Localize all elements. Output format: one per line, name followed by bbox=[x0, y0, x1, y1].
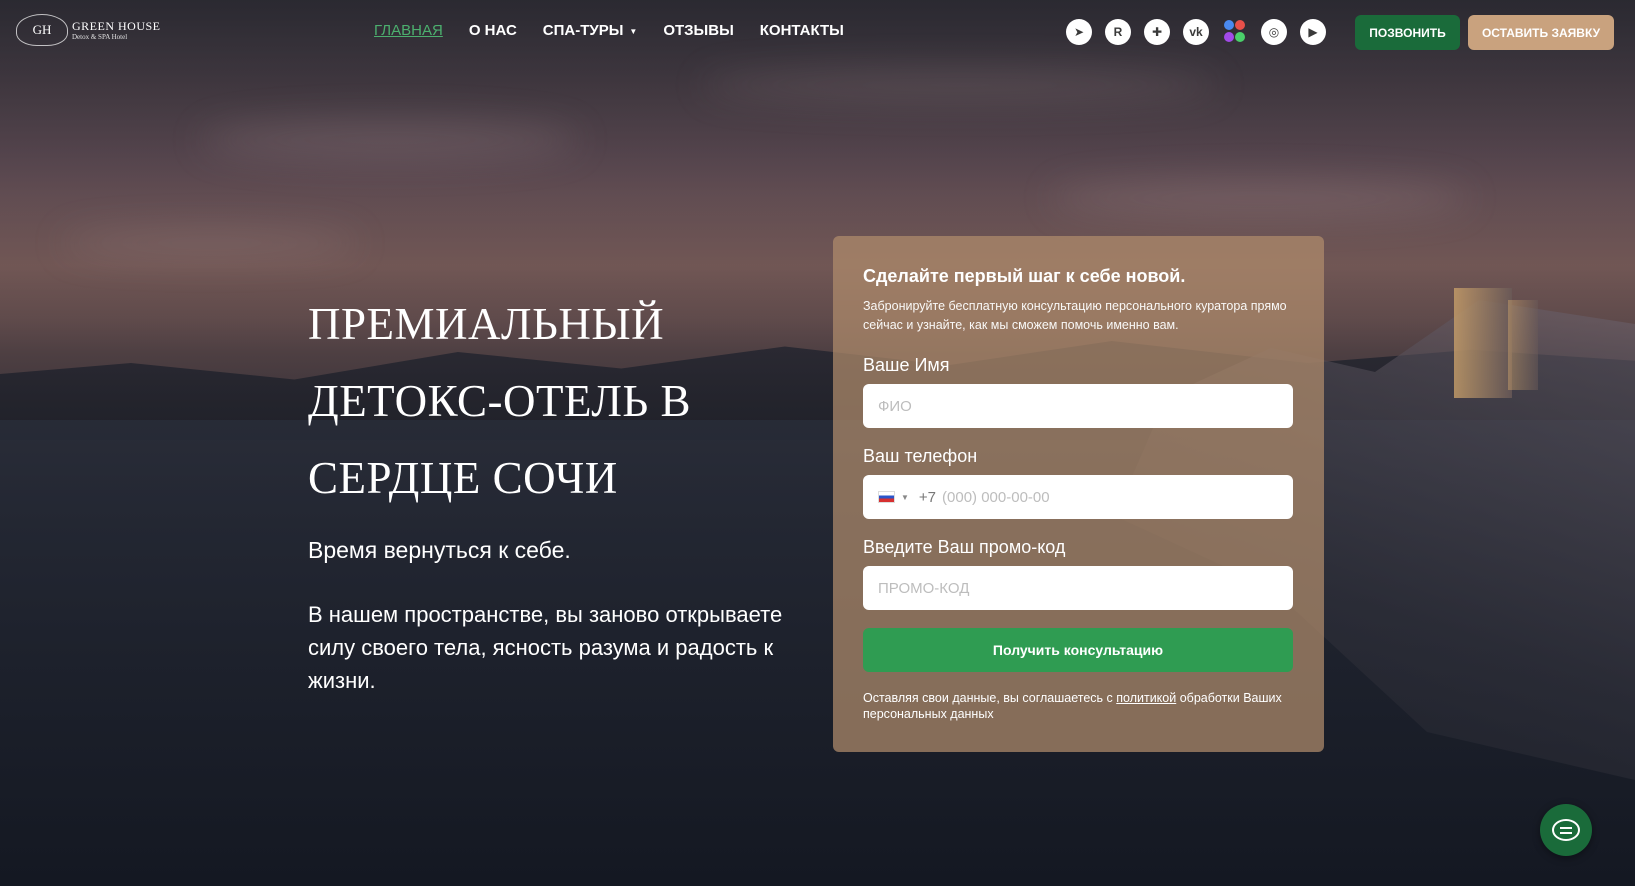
hero-title: ПРЕМИАЛЬНЫЙ ДЕТОКС-ОТЕЛЬ В СЕРДЦЕ СОЧИ bbox=[308, 286, 788, 517]
chevron-down-icon: ▼ bbox=[629, 26, 638, 36]
chat-icon bbox=[1552, 819, 1580, 841]
hero-title-line: ДЕТОКС-ОТЕЛЬ В bbox=[308, 376, 691, 426]
nav-item-home[interactable]: ГЛАВНАЯ bbox=[374, 22, 443, 39]
consent-text-before: Оставляя свои данные, вы соглашаетесь с bbox=[863, 691, 1117, 705]
main-nav: ГЛАВНАЯ О НАС СПА-ТУРЫ ▼ ОТЗЫВЫ КОНТАКТЫ bbox=[374, 22, 844, 39]
phone-prefix: +7 bbox=[918, 488, 937, 506]
chat-widget-button[interactable] bbox=[1540, 804, 1592, 856]
background-scene bbox=[0, 0, 1635, 886]
name-placeholder: ФИО bbox=[878, 397, 912, 415]
name-label: Ваше Имя bbox=[863, 355, 950, 375]
brand-subtitle: Detox & SPA Hotel bbox=[72, 32, 128, 41]
name-input[interactable]: ФИО bbox=[863, 384, 1293, 428]
hero-title-line: СЕРДЦЕ СОЧИ bbox=[308, 453, 618, 503]
nav-item-reviews[interactable]: ОТЗЫВЫ bbox=[663, 22, 733, 39]
plus-icon[interactable]: ✚ bbox=[1144, 19, 1170, 45]
hero-tagline: Время вернуться к себе. bbox=[308, 537, 571, 563]
consent-text: Оставляя свои данные, вы соглашаетесь с … bbox=[863, 690, 1294, 722]
vk-icon[interactable]: vk bbox=[1183, 19, 1209, 45]
submit-consultation-button[interactable]: Получить консультацию bbox=[863, 628, 1293, 672]
brand-logo[interactable]: GH GREEN HOUSE Detox & SPA Hotel bbox=[16, 14, 161, 46]
russia-flag-icon[interactable] bbox=[878, 491, 895, 503]
request-button[interactable]: ОСТАВИТЬ ЗАЯВКУ bbox=[1468, 15, 1614, 50]
call-button[interactable]: ПОЗВОНИТЬ bbox=[1355, 15, 1460, 50]
hero-section: ПРЕМИАЛЬНЫЙ ДЕТОКС-ОТЕЛЬ В СЕРДЦЕ СОЧИ В… bbox=[308, 286, 788, 697]
chevron-down-icon[interactable]: ▼ bbox=[901, 493, 909, 502]
logo-crest-icon: GH bbox=[16, 14, 68, 46]
form-subtitle: Забронируйте бесплатную консультацию пер… bbox=[863, 299, 1287, 332]
phone-input[interactable]: ▼ +7 (000) 000-00-00 bbox=[863, 475, 1293, 519]
hero-description: В нашем пространстве, вы заново открывае… bbox=[308, 602, 783, 693]
nav-item-spa-tours-label: СПА-ТУРЫ bbox=[542, 22, 624, 39]
brand-name: GREEN HOUSE bbox=[72, 18, 161, 33]
youtube-icon[interactable]: ▶ bbox=[1300, 19, 1326, 45]
multicolor-dots-icon[interactable] bbox=[1222, 19, 1248, 45]
hero-title-line: ПРЕМИАЛЬНЫЙ bbox=[308, 299, 665, 349]
phone-placeholder: (000) 000-00-00 bbox=[942, 488, 1050, 506]
instagram-icon[interactable]: ◎ bbox=[1261, 19, 1287, 45]
privacy-policy-link[interactable]: политикой bbox=[1116, 691, 1176, 705]
nav-item-about[interactable]: О НАС bbox=[469, 22, 517, 39]
promo-label: Введите Ваш промо-код bbox=[863, 537, 1066, 557]
nav-item-contacts[interactable]: КОНТАКТЫ bbox=[760, 22, 844, 39]
promo-input[interactable]: ПРОМО-КОД bbox=[863, 566, 1293, 610]
phone-label: Ваш телефон bbox=[863, 446, 978, 466]
form-title: Сделайте первый шаг к себе новой. bbox=[863, 266, 1186, 286]
telegram-icon[interactable]: ➤ bbox=[1066, 19, 1092, 45]
social-links: ➤ R ✚ vk ◎ ▶ bbox=[1066, 19, 1326, 45]
site-header: GH GREEN HOUSE Detox & SPA Hotel ГЛАВНАЯ… bbox=[0, 0, 1635, 66]
rutube-icon[interactable]: R bbox=[1105, 19, 1131, 45]
promo-placeholder: ПРОМО-КОД bbox=[878, 579, 970, 597]
nav-item-spa-tours[interactable]: СПА-ТУРЫ ▼ bbox=[543, 22, 638, 39]
consultation-form: Сделайте первый шаг к себе новой. Заброн… bbox=[833, 236, 1324, 752]
